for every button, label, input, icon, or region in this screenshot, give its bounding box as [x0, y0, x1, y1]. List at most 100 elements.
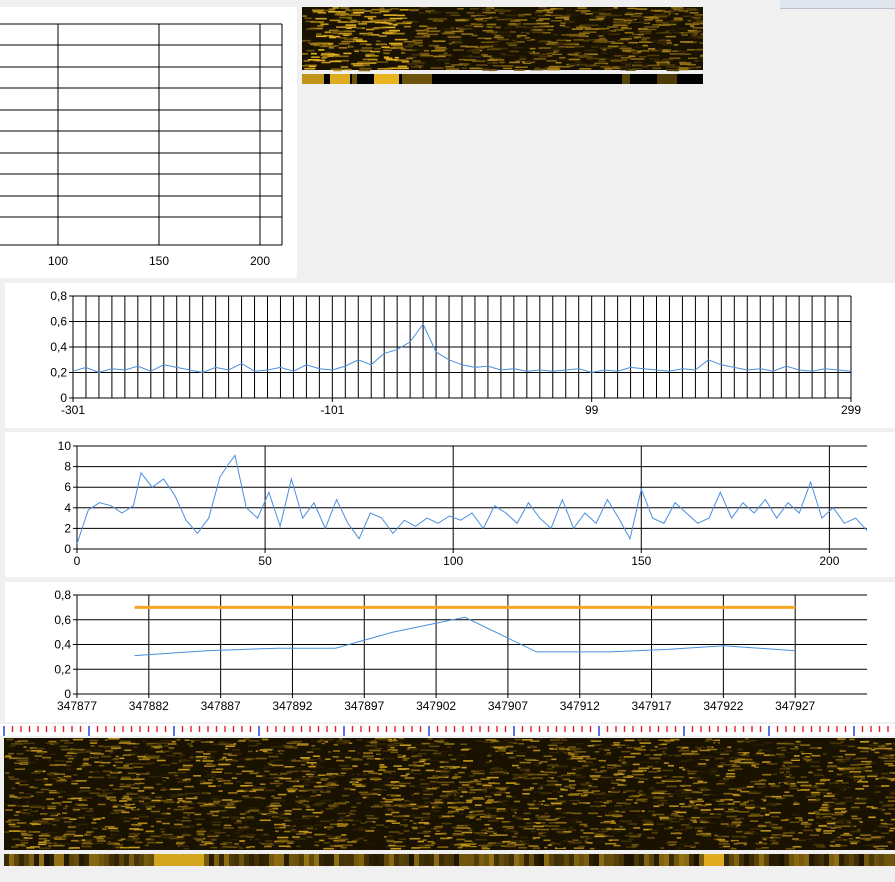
- waterfall-streak: [340, 66, 349, 68]
- waterfall-streak: [856, 829, 861, 831]
- waterfall-streak: [802, 757, 809, 759]
- y-tick-label: 0,2: [50, 366, 67, 380]
- waterfall-streak: [356, 802, 362, 804]
- waterfall-streak: [583, 825, 589, 827]
- waterfall-streak: [472, 51, 480, 54]
- waterfall-streak: [412, 62, 426, 64]
- waterfall-streak: [211, 814, 219, 817]
- waterfall-streak: [334, 55, 349, 58]
- waterfall-streak: [341, 767, 353, 770]
- waterfall-streak: [24, 823, 29, 826]
- waterfall-streak: [438, 760, 449, 763]
- waterfall-streak: [115, 774, 123, 776]
- waterfall-streak: [748, 783, 755, 785]
- waterfall-streak: [83, 758, 90, 760]
- waterfall-streak: [641, 63, 649, 65]
- waterfall-streak: [613, 7, 618, 9]
- waterfall-streak: [16, 753, 24, 755]
- waterfall-streak: [204, 770, 210, 773]
- x-tick-label: 100: [48, 254, 68, 268]
- waterfall-streak: [261, 738, 269, 741]
- waterfall-streak: [308, 65, 316, 68]
- waterfall-streak: [853, 758, 859, 761]
- waterfall-streak: [851, 817, 862, 820]
- waterfall-streak: [355, 785, 366, 787]
- waterfall-streak: [182, 764, 193, 767]
- spectrum-segment: [694, 854, 699, 866]
- y-tick-label: 0,2: [54, 662, 71, 676]
- waterfall-streak: [18, 784, 29, 786]
- waterfall-streak: [639, 32, 651, 35]
- waterfall-streak: [718, 820, 731, 822]
- waterfall-streak: [432, 768, 440, 770]
- waterfall-streak: [648, 794, 653, 796]
- waterfall-streak: [448, 754, 453, 756]
- spectrum-segment: [674, 854, 679, 866]
- waterfall-streak: [379, 7, 385, 10]
- waterfall-streak: [218, 761, 225, 763]
- waterfall-streak: [324, 31, 331, 33]
- waterfall-streak: [815, 815, 820, 818]
- waterfall-streak: [638, 30, 652, 33]
- waterfall-panel: [0, 724, 895, 870]
- window-controls-icon[interactable]: [780, 0, 895, 9]
- waterfall-streak: [389, 42, 403, 45]
- waterfall-streak: [319, 839, 325, 842]
- waterfall-streak: [750, 780, 762, 783]
- waterfall-streak: [555, 807, 562, 810]
- waterfall-streak: [66, 768, 72, 771]
- waterfall-streak: [550, 7, 557, 10]
- waterfall-streak: [376, 753, 381, 755]
- waterfall-streak: [314, 841, 320, 843]
- waterfall-streak: [525, 44, 531, 46]
- waterfall-streak: [452, 49, 464, 51]
- waterfall-streak: [823, 795, 835, 797]
- waterfall-streak: [320, 54, 326, 57]
- waterfall-streak: [666, 69, 678, 71]
- waterfall-streak: [89, 756, 99, 759]
- waterfall-streak: [605, 842, 617, 845]
- waterfall-streak: [270, 746, 282, 748]
- x-tick-label: 347922: [703, 699, 743, 713]
- waterfall-streak: [385, 813, 393, 816]
- waterfall-streak: [559, 795, 563, 797]
- spectrum-segment: [159, 854, 164, 866]
- waterfall-streak: [725, 775, 736, 778]
- waterfall-streak: [386, 794, 397, 796]
- waterfall-streak: [256, 743, 262, 745]
- waterfall-streak: [265, 840, 273, 842]
- waterfall-streak: [11, 846, 19, 848]
- waterfall-streak: [248, 750, 253, 753]
- waterfall-streak: [493, 57, 502, 59]
- waterfall-streak: [839, 744, 847, 747]
- waterfall-streak: [549, 751, 560, 754]
- waterfall-streak: [42, 780, 48, 783]
- waterfall-streak: [275, 785, 280, 787]
- waterfall-streak: [201, 841, 209, 843]
- waterfall-streak: [110, 799, 117, 802]
- waterfall-streak: [455, 756, 461, 759]
- waterfall-streak: [21, 796, 32, 799]
- waterfall-streak: [323, 847, 334, 850]
- spectrum-segment: [729, 854, 734, 866]
- waterfall-streak: [638, 55, 647, 58]
- waterfall-streak: [619, 744, 626, 746]
- waterfall-streak: [640, 800, 648, 803]
- waterfall-streak: [613, 830, 622, 833]
- waterfall-streak: [737, 740, 745, 742]
- waterfall-streak: [668, 798, 679, 801]
- waterfall-streak: [54, 764, 67, 766]
- waterfall-streak: [409, 820, 413, 822]
- waterfall-streak: [458, 754, 466, 756]
- waterfall-streak: [646, 835, 655, 837]
- spectrum-segment: [219, 854, 224, 866]
- waterfall-streak: [415, 36, 428, 38]
- waterfall-streak: [296, 833, 307, 835]
- waterfall-streak: [733, 794, 741, 797]
- waterfall-streak: [544, 846, 548, 849]
- waterfall-streak: [852, 773, 861, 775]
- waterfall-streak: [760, 807, 766, 810]
- waterfall-streak: [831, 746, 842, 749]
- waterfall-streak: [792, 797, 802, 800]
- waterfall-streak: [730, 806, 739, 809]
